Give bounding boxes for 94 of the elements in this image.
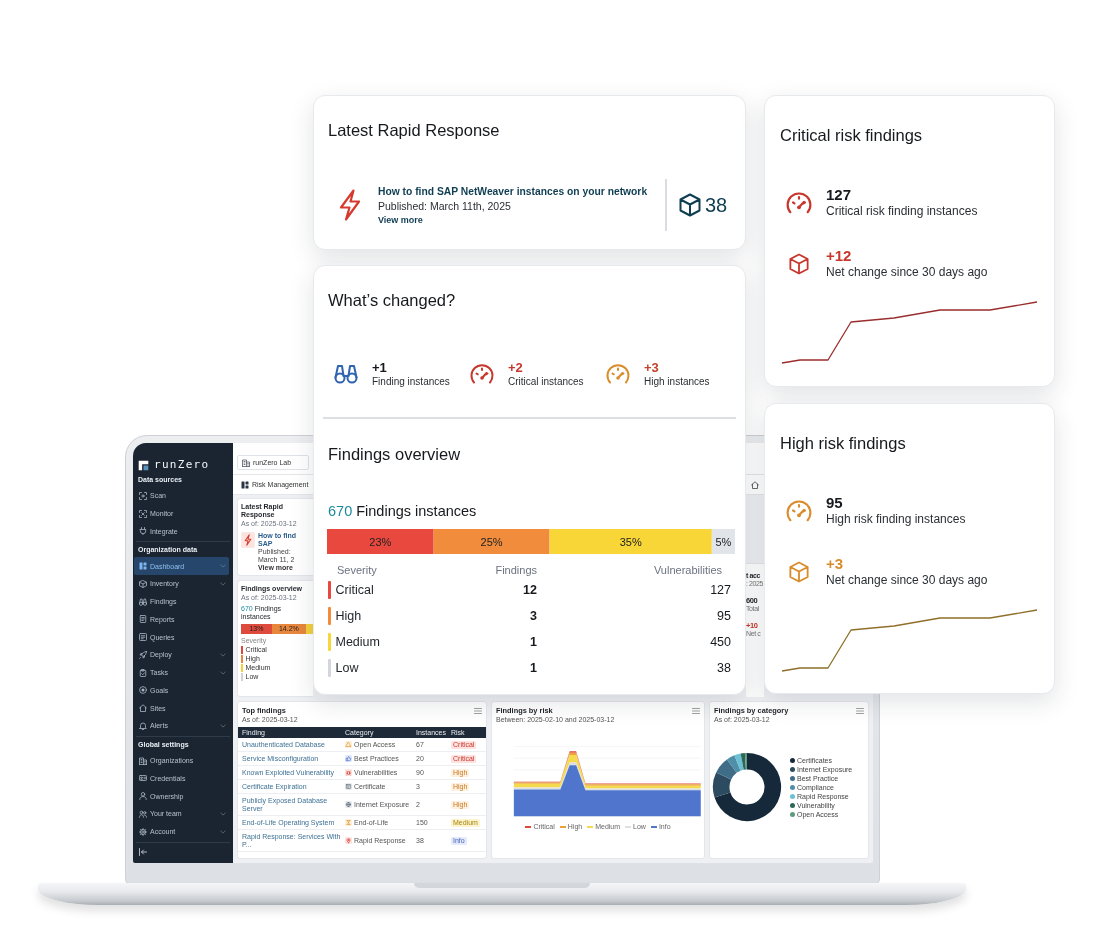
value-label: 35% (619, 535, 642, 547)
change-count: +2 (508, 360, 524, 375)
lightning-icon (241, 532, 255, 548)
value-label: 25% (480, 535, 503, 547)
pin-icon (345, 837, 352, 844)
globe-icon (345, 801, 352, 808)
bell-icon (139, 721, 147, 730)
menu-icon[interactable] (856, 708, 864, 714)
change-count: +12 (826, 247, 853, 265)
value-label: 23% (369, 535, 392, 547)
value-label: 5% (715, 535, 732, 547)
card-title: High risk findings (780, 433, 907, 453)
findings-count: 670 Findings instances (328, 501, 478, 520)
findings-count: 1 (529, 660, 537, 675)
column-header: Vulnerabilities (652, 562, 723, 577)
gauge-icon (786, 499, 812, 522)
published-date: Published: March 11th, 2025 (378, 198, 512, 214)
warning-icon (345, 741, 352, 748)
grid-icon (139, 562, 147, 571)
cube-icon (789, 252, 809, 275)
column-header: Findings (494, 562, 537, 577)
chevron-icon (220, 810, 226, 817)
binoculars-icon (139, 597, 147, 606)
article-link[interactable]: How to find SAP NetWeaver instances on your network (378, 184, 648, 199)
change-count: +3 (644, 360, 660, 375)
document-icon (139, 615, 147, 624)
people-icon (139, 809, 147, 818)
column-header: Severity (336, 562, 378, 577)
findings-count: 1 (529, 634, 537, 649)
building-icon (242, 458, 250, 467)
collapse-icon[interactable] (139, 847, 147, 856)
list-icon (139, 633, 147, 642)
change-count: +1 (372, 360, 388, 375)
card-title: What’s changed? (328, 290, 457, 310)
chevron-icon (220, 563, 226, 570)
vulnerability-count: 127 (709, 582, 731, 597)
change-count: +3 (826, 555, 845, 573)
house-icon (139, 704, 147, 713)
vulnerability-count: 95 (716, 608, 731, 623)
person-icon (139, 792, 147, 801)
view-more-link[interactable]: View more (378, 213, 648, 226)
clipboard-icon (139, 668, 147, 677)
card-title: Findings overview (328, 443, 462, 464)
stat-label: Finding instances (372, 375, 450, 388)
gauge-icon (786, 191, 812, 214)
rocket-icon (139, 650, 147, 659)
card-title: Latest Rapid Response (328, 120, 501, 140)
chevron-icon (220, 651, 226, 658)
severity-label: Low (335, 660, 359, 675)
severity-label: High (335, 608, 362, 623)
binoculars-icon (334, 364, 358, 384)
chevron-icon (220, 669, 226, 676)
cube-icon (679, 193, 701, 217)
total-count: 95 (826, 494, 844, 512)
grid-icon (241, 480, 249, 489)
card-title: Critical risk findings (780, 125, 924, 145)
instance-count: 38 (705, 193, 728, 217)
vulnerability-count: 450 (709, 634, 731, 649)
total-label: Critical risk finding instances (826, 204, 978, 219)
menu-icon[interactable] (692, 708, 700, 714)
severity-label: Medium (335, 634, 380, 649)
total-count: 127 (826, 186, 853, 204)
lightning-icon (338, 189, 362, 221)
building-icon (139, 756, 147, 765)
crosshair-icon (139, 509, 147, 518)
chevron-icon (220, 580, 226, 587)
logo: runZero (154, 457, 210, 473)
stat-label: High instances (644, 375, 710, 388)
viewfinder-icon (139, 491, 147, 500)
box-icon (139, 579, 147, 588)
target-icon (139, 686, 147, 695)
chevron-icon (220, 722, 226, 729)
logo-icon (138, 459, 149, 471)
cube-icon (789, 560, 809, 583)
total-label: High risk finding instances (826, 512, 966, 527)
stat-label: Critical instances (508, 375, 584, 388)
bug-icon (345, 769, 352, 776)
hourglass-icon (345, 819, 352, 826)
change-label: Net change since 30 days ago (826, 265, 988, 280)
thumbs-up-icon (345, 755, 352, 762)
menu-icon[interactable] (474, 708, 482, 714)
house-icon[interactable] (751, 480, 759, 489)
gauge-icon (606, 364, 630, 384)
findings-count: 12 (522, 582, 537, 597)
severity-label: Critical (335, 582, 374, 597)
settings-icon (139, 827, 147, 836)
certificate-icon (345, 783, 352, 790)
plug-icon (139, 527, 147, 536)
id-card-icon (139, 774, 147, 783)
change-label: Net change since 30 days ago (826, 573, 988, 588)
vulnerability-count: 38 (716, 660, 731, 675)
chevron-icon (220, 828, 226, 835)
findings-count: 3 (529, 608, 537, 623)
gauge-icon (470, 364, 494, 384)
